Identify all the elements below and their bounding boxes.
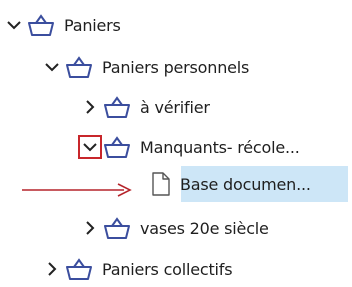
basket-icon: [102, 94, 132, 120]
chevron-down-icon[interactable]: [4, 15, 24, 35]
annotation-arrow-icon: [22, 183, 132, 197]
basket-icon: [102, 134, 132, 160]
chevron-right-icon[interactable]: [42, 259, 62, 279]
basket-icon: [26, 12, 56, 38]
tree-node-vases[interactable]: vases 20e siècle: [80, 210, 269, 246]
tree-node-label: Paniers personnels: [102, 57, 250, 77]
tree-node-label: à vérifier: [140, 97, 210, 117]
tree-node-paniers-personnels[interactable]: Paniers personnels: [42, 49, 249, 85]
chevron-right-icon[interactable]: [80, 97, 100, 117]
basket-icon: [64, 256, 94, 282]
tree-node-label: Manquants- récole...: [140, 137, 300, 157]
tree-node-label: Paniers: [64, 15, 121, 35]
chevron-down-icon[interactable]: [42, 57, 62, 77]
basket-icon: [64, 54, 94, 80]
document-icon: [150, 171, 172, 197]
tree-node-base-document[interactable]: Base documen...: [150, 166, 311, 202]
tree-node-label: Paniers collectifs: [102, 259, 233, 279]
chevron-right-icon[interactable]: [80, 218, 100, 238]
tree-node-label: vases 20e siècle: [140, 218, 269, 238]
tree-node-label: Base documen...: [180, 174, 311, 194]
tree-node-paniers[interactable]: Paniers: [4, 7, 121, 43]
basket-icon: [102, 215, 132, 241]
tree-node-manquants[interactable]: Manquants- récole...: [80, 129, 300, 165]
chevron-down-icon[interactable]: [80, 137, 100, 157]
tree-node-a-verifier[interactable]: à vérifier: [80, 89, 210, 125]
